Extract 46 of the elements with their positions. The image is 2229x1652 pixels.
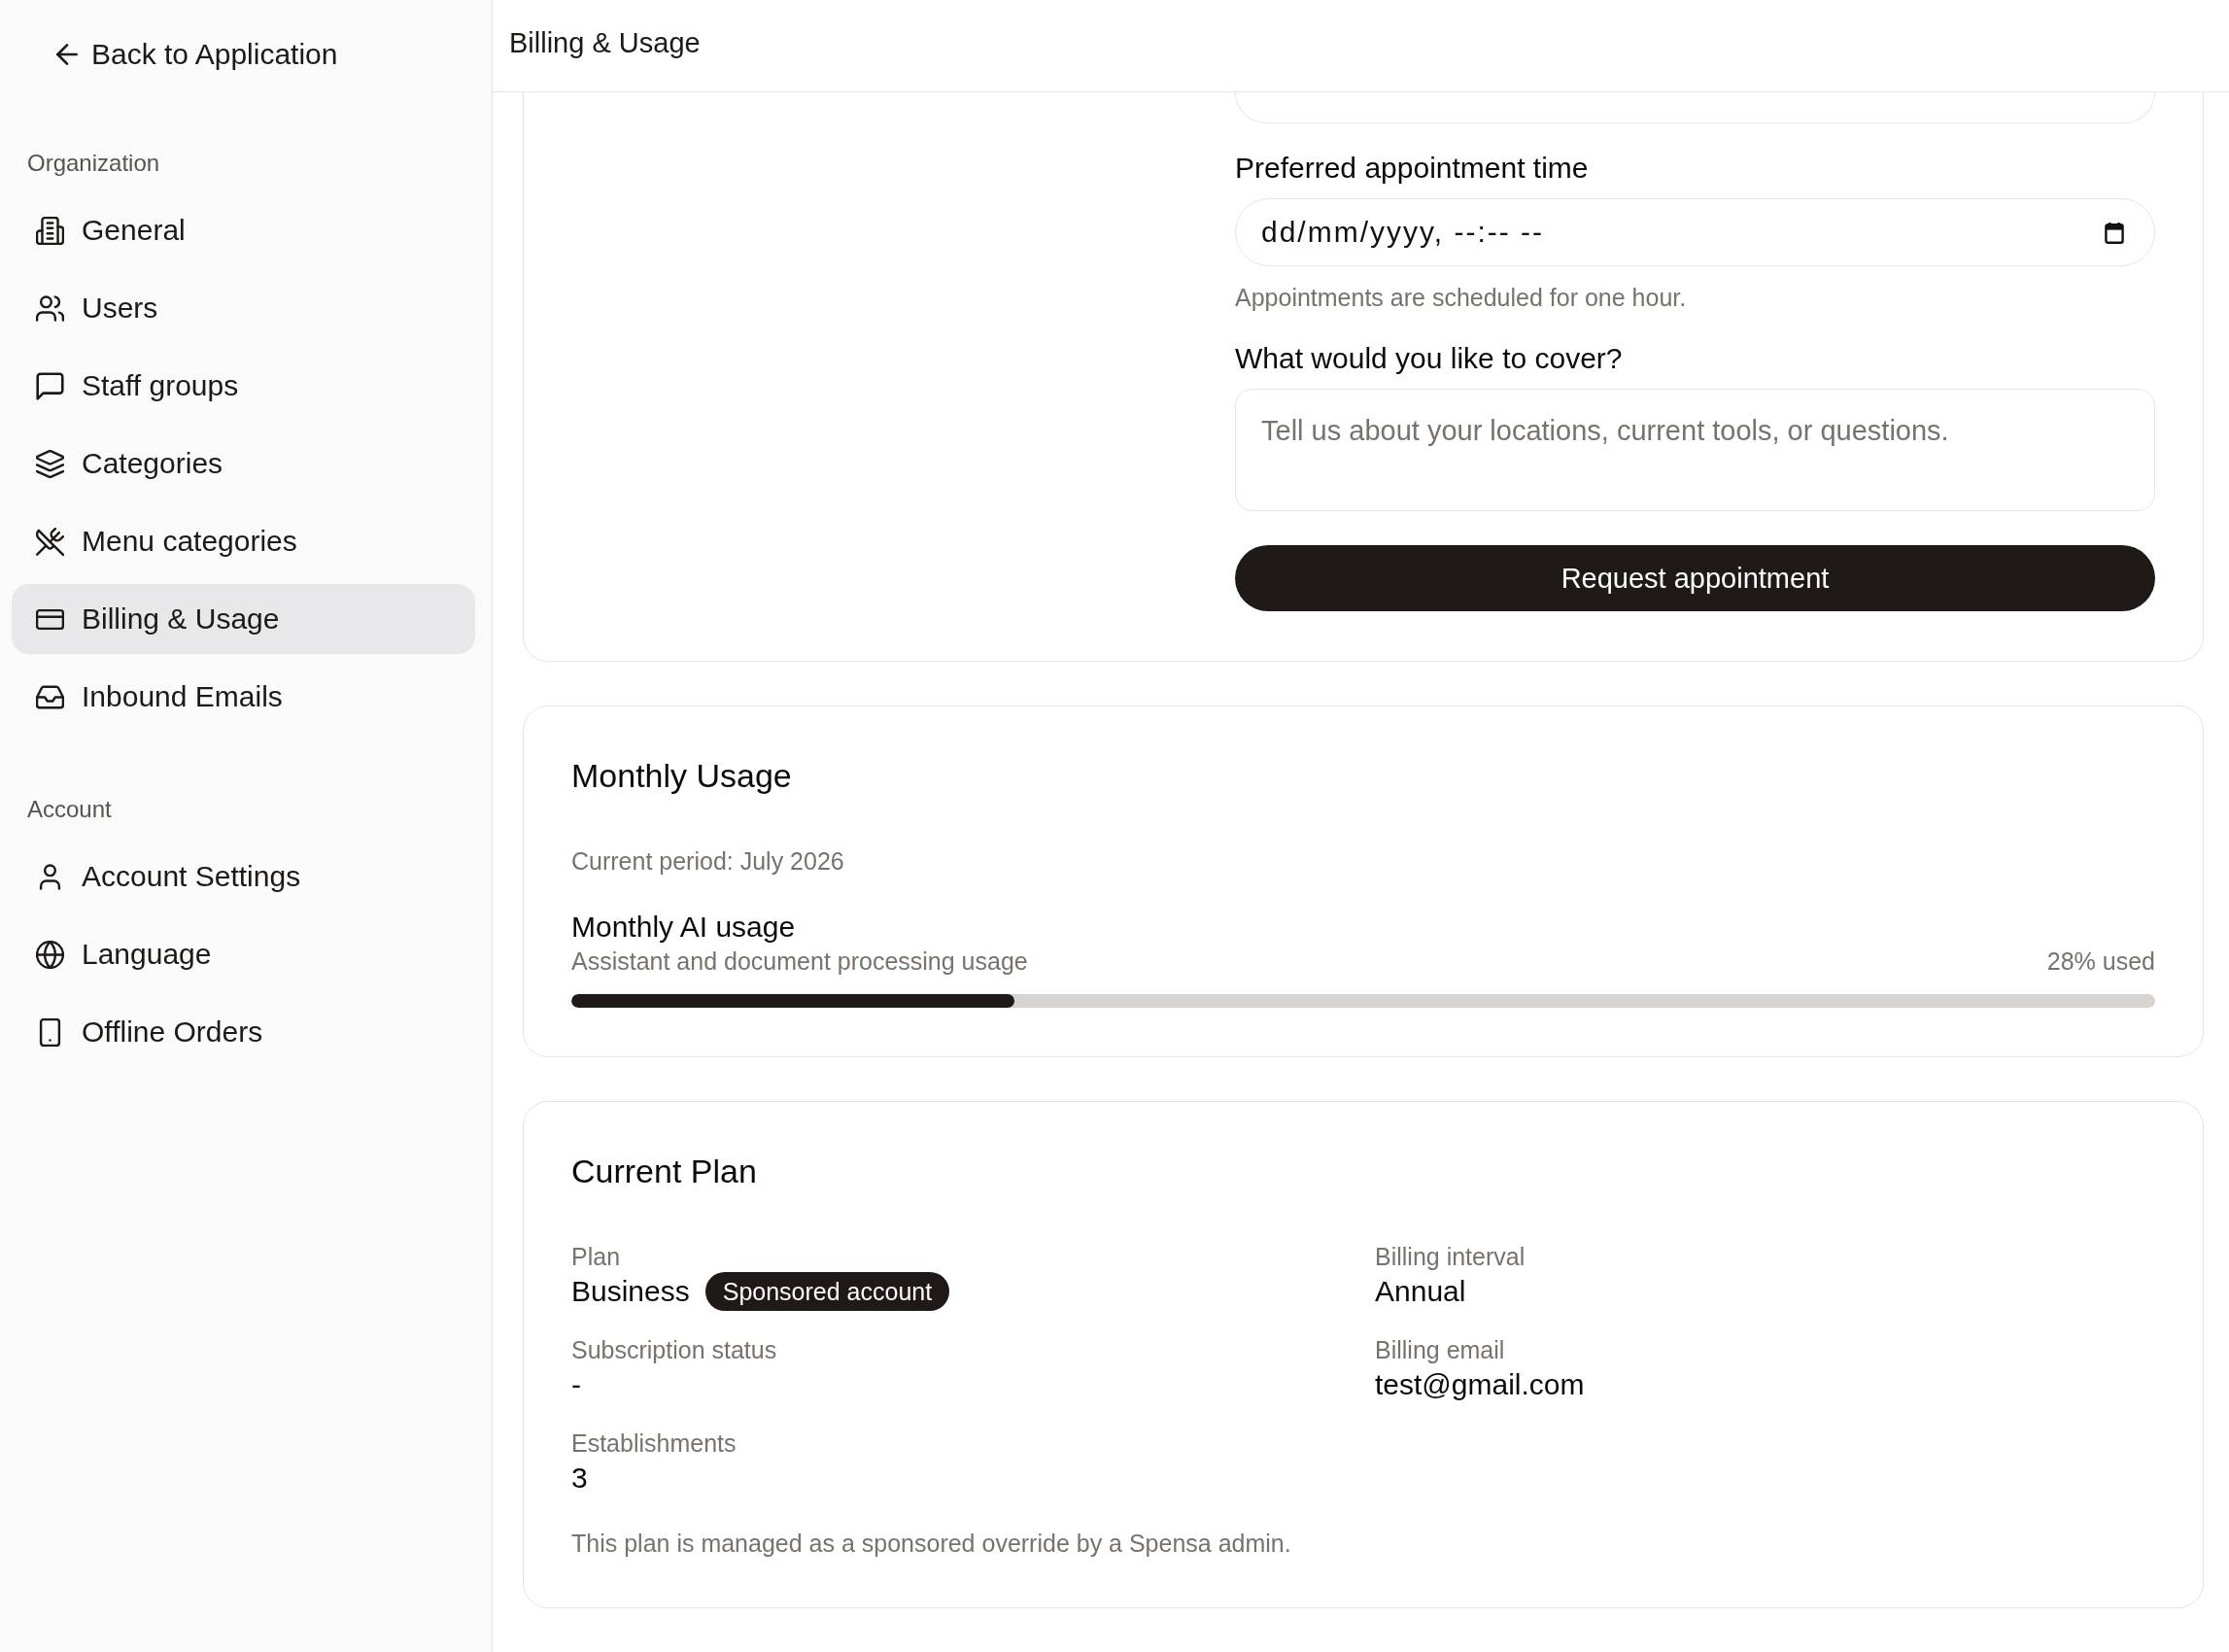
section-heading: Organization <box>27 149 161 178</box>
usage-reading: 28% used <box>2046 946 2155 977</box>
field-label: Plan <box>571 1242 622 1272</box>
helper-text: Appointments are scheduled for one hour. <box>1235 283 1688 313</box>
field-value: Annual <box>1375 1274 1466 1309</box>
text-area[interactable]: Tell us about your locations, current tools, or questions. <box>1235 389 2155 511</box>
field-label: Establishments <box>571 1428 737 1459</box>
period-text: Current period: July 2026 <box>571 846 845 877</box>
nav-item[interactable]: Account Settings <box>12 842 475 912</box>
meter-label: Monthly AI usage <box>571 910 797 945</box>
back-link[interactable]: Back to Application <box>56 37 338 72</box>
field-value: - <box>571 1367 581 1402</box>
fork-knife-icon <box>36 527 64 556</box>
nav-item[interactable]: Offline Orders <box>12 997 475 1067</box>
nav-item[interactable]: Staff groups <box>12 351 475 421</box>
nav-item[interactable]: Categories <box>12 429 475 499</box>
globe-icon <box>36 940 64 969</box>
field-value: Business <box>571 1274 690 1309</box>
page-title: Billing & Usage <box>509 26 701 59</box>
datetime-field[interactable]: dd/mm/yyyy, --:-- -- <box>1235 198 2155 266</box>
left-arrow-icon <box>56 44 78 65</box>
card-title: Monthly Usage <box>571 756 793 795</box>
field-label: Preferred appointment time <box>1235 151 1590 186</box>
request-appointment-button[interactable]: Request appointment <box>1235 545 2155 611</box>
field-label: What would you like to cover? <box>1235 341 1624 376</box>
nav-item[interactable]: Inbound Emails <box>12 662 475 732</box>
field-label: Billing email <box>1375 1335 1506 1365</box>
plan-note: This plan is managed as a sponsored override by a Spensa admin. <box>571 1529 1292 1559</box>
field-value: test@gmail.com <box>1375 1367 1585 1402</box>
layers-icon <box>36 449 64 478</box>
account-badge: Sponsored account <box>704 1272 950 1311</box>
nav-item[interactable]: Billing & Usage <box>12 584 475 654</box>
calendar-icon[interactable] <box>2105 222 2124 244</box>
users-icon <box>36 293 64 323</box>
meter-description: Assistant and document processing usage <box>571 946 1028 977</box>
nav-item[interactable]: Users <box>12 273 475 343</box>
nav-item[interactable]: Menu categories <box>12 506 475 576</box>
field-label: Subscription status <box>571 1335 778 1365</box>
nav-item[interactable]: Language <box>12 919 475 989</box>
field-value: 3 <box>571 1461 588 1496</box>
chat-bubble-icon <box>36 371 64 400</box>
card-title: Current Plan <box>571 1152 758 1190</box>
building-icon <box>36 216 64 245</box>
nav-item[interactable]: General <box>12 195 475 265</box>
section-heading: Account <box>27 795 113 824</box>
field-label: Billing interval <box>1375 1242 1526 1272</box>
